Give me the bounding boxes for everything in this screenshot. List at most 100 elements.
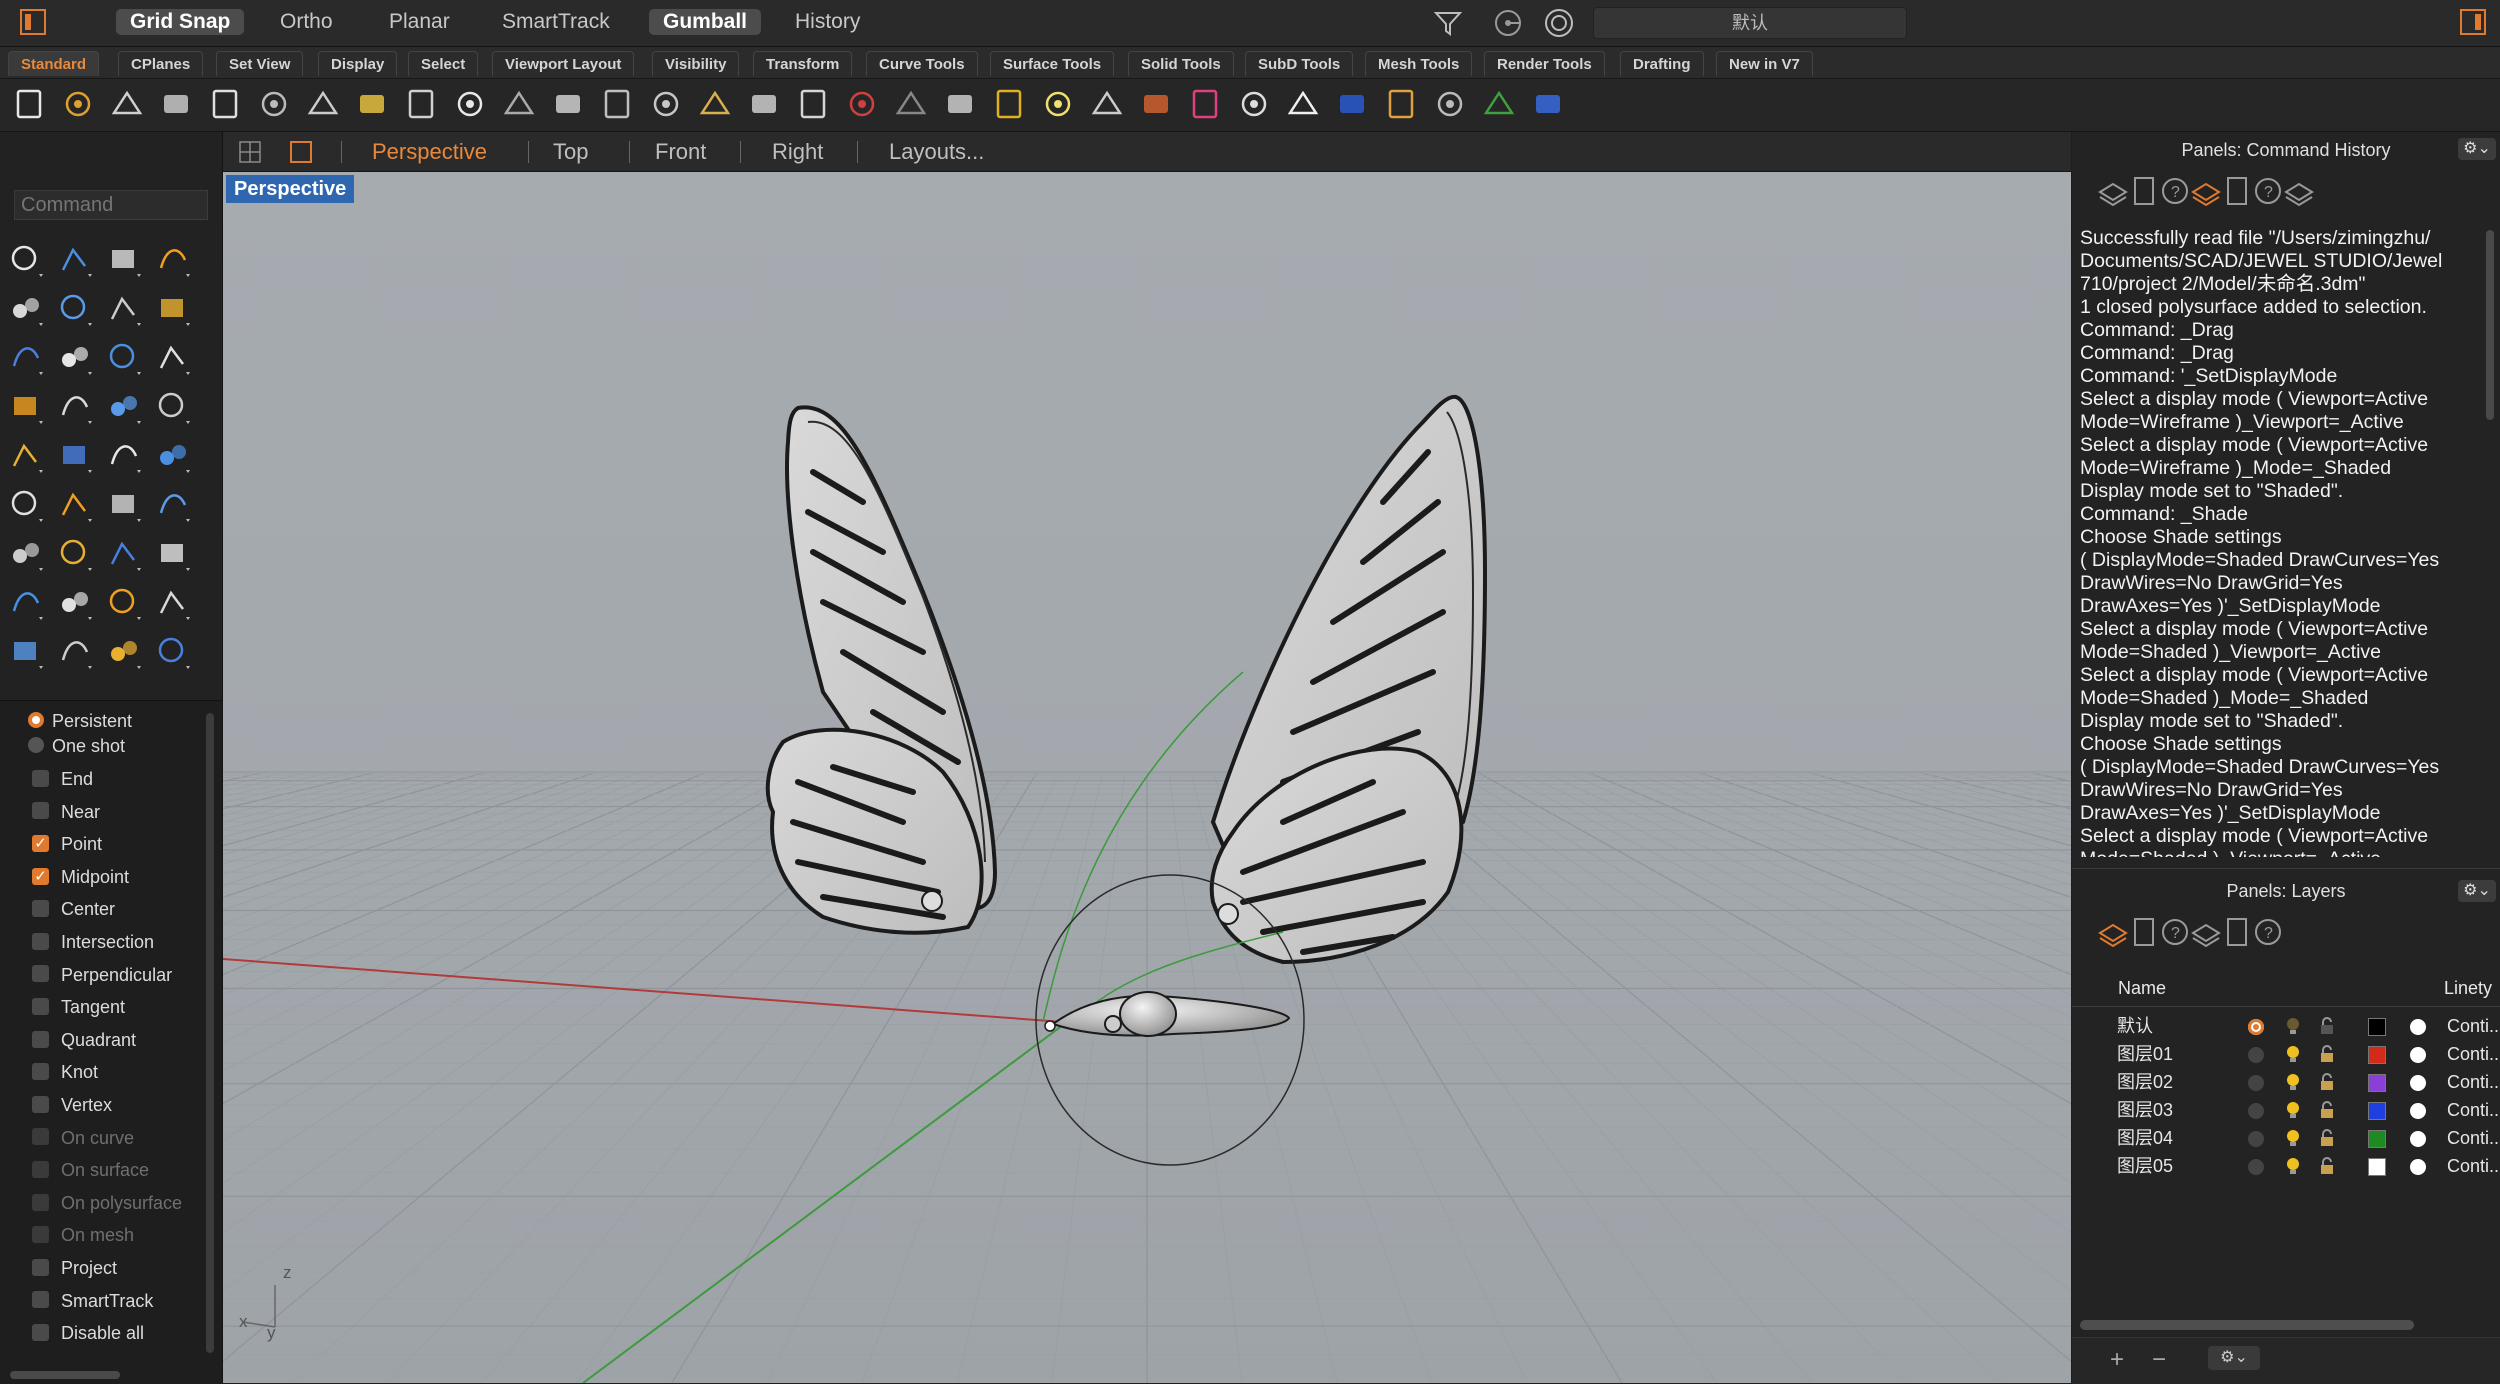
boolean-icon[interactable] [6, 436, 46, 476]
osnap-perpendicular[interactable]: Perpendicular [32, 962, 172, 988]
join-icon[interactable] [55, 485, 95, 525]
tab-viewport-layout[interactable]: Viewport Layout [492, 51, 635, 76]
osnap-knot[interactable]: Knot [32, 1059, 98, 1085]
tab-standard[interactable]: Standard [8, 51, 100, 76]
viewport-title[interactable]: Perspective [226, 175, 355, 203]
open-icon[interactable] [59, 85, 97, 123]
current-layer-indicator-icon[interactable] [2248, 1103, 2264, 1119]
trim-icon[interactable] [153, 436, 193, 476]
checkbox-icon[interactable] [32, 1030, 49, 1048]
cut-icon[interactable] [255, 85, 293, 123]
layer-row[interactable]: 图层03 Conti... [2072, 1096, 2500, 1124]
gear-icon[interactable]: ⚙⌄ [2458, 880, 2496, 902]
osnap-disable-all[interactable]: Disable all [32, 1320, 144, 1346]
add-layer-button[interactable]: + [2110, 1346, 2124, 1374]
hatch-icon[interactable] [6, 632, 46, 672]
gear-icon[interactable]: ⚙⌄ [2458, 138, 2496, 160]
layer-linetype[interactable]: Conti... [2447, 1068, 2500, 1096]
column-name[interactable]: Name [2118, 978, 2166, 999]
osnap-center[interactable]: Center [32, 896, 115, 922]
render-sphere-icon[interactable] [1333, 85, 1371, 123]
surface-icon[interactable] [153, 338, 193, 378]
current-layer-indicator-icon[interactable] [2248, 1047, 2264, 1063]
layer-name[interactable]: 图层05 [2117, 1152, 2173, 1180]
layer-name[interactable]: 图层04 [2117, 1124, 2173, 1152]
layer-row[interactable]: 图层05 Conti... [2072, 1152, 2500, 1180]
lock-icon[interactable] [2316, 1043, 2338, 1065]
distance-icon[interactable] [153, 583, 193, 623]
gumball-toggle[interactable]: Gumball [649, 9, 762, 35]
layer-color-swatch[interactable] [2368, 1130, 2386, 1148]
history-scrollbar[interactable] [2486, 230, 2494, 420]
print-icon[interactable] [157, 85, 195, 123]
material-icon[interactable] [2410, 1075, 2426, 1091]
help-icon[interactable] [1529, 85, 1567, 123]
light-bulb-icon[interactable] [2282, 1043, 2304, 1065]
layer-name[interactable]: 图层03 [2117, 1096, 2173, 1124]
tab-set-view[interactable]: Set View [216, 51, 304, 76]
check-icon[interactable] [55, 632, 95, 672]
current-layer-indicator-icon[interactable] [2248, 1159, 2264, 1175]
layer-color-swatch[interactable] [2368, 1074, 2386, 1092]
osnap-quadrant[interactable]: Quadrant [32, 1027, 136, 1053]
checkbox-icon[interactable] [32, 1258, 49, 1276]
layer-row[interactable]: 图层02 Conti... [2072, 1068, 2500, 1096]
checkbox-icon[interactable] [32, 1291, 49, 1309]
layer-row[interactable]: 图层04 Conti... [2072, 1124, 2500, 1152]
radio-icon[interactable] [28, 712, 44, 729]
layer-options-gear-icon[interactable]: ⚙⌄ [2208, 1346, 2260, 1370]
osnap-midpoint[interactable]: ✓ Midpoint [32, 864, 129, 890]
material-icon[interactable] [2410, 1103, 2426, 1119]
tab-mesh-tools[interactable]: Mesh Tools [1365, 51, 1473, 76]
light-bulb-icon[interactable] [2282, 1127, 2304, 1149]
current-layer-indicator-icon[interactable] [2248, 1131, 2264, 1147]
checkbox-icon[interactable]: ✓ [32, 867, 49, 885]
arc-icon[interactable] [6, 338, 46, 378]
offset-icon[interactable] [104, 485, 144, 525]
radio-icon[interactable] [28, 737, 44, 754]
paste-icon[interactable] [353, 85, 391, 123]
layers-scrollbar[interactable] [2080, 1320, 2414, 1330]
tab-curve-tools[interactable]: Curve Tools [866, 51, 978, 76]
current-layer-indicator-icon[interactable] [2248, 1075, 2264, 1091]
layer-name[interactable]: 图层02 [2117, 1068, 2173, 1096]
layer-name[interactable]: 默认 [2117, 1012, 2153, 1040]
tab-drafting[interactable]: Drafting [1620, 51, 1704, 76]
undo-icon[interactable] [402, 85, 440, 123]
material-icon[interactable] [2410, 1131, 2426, 1147]
copy-icon[interactable] [304, 85, 342, 123]
history-record-icon[interactable] [1480, 85, 1518, 123]
osnap-point[interactable]: ✓ Point [32, 831, 102, 857]
checkbox-icon[interactable] [32, 932, 49, 950]
checkbox-icon[interactable] [32, 1323, 49, 1341]
checkbox-icon[interactable] [32, 997, 49, 1015]
smarttrack-toggle[interactable]: SmartTrack [488, 9, 624, 35]
tab-visibility[interactable]: Visibility [652, 51, 740, 76]
single-viewport-icon[interactable] [290, 141, 312, 163]
remove-layer-button[interactable]: − [2152, 1346, 2166, 1374]
grid-snap-toggle[interactable]: Grid Snap [116, 9, 245, 35]
material-icon[interactable] [2410, 1047, 2426, 1063]
light-bulb-icon[interactable] [2282, 1015, 2304, 1037]
layer-color-swatch[interactable] [2368, 1158, 2386, 1176]
color-wheel-icon[interactable] [1186, 85, 1224, 123]
import-icon[interactable] [206, 85, 244, 123]
checkbox-icon[interactable] [32, 900, 49, 918]
tab-select[interactable]: Select [408, 51, 479, 76]
lock-icon[interactable] [2316, 1071, 2338, 1093]
light-bulb-icon[interactable] [2282, 1071, 2304, 1093]
planar-toggle[interactable]: Planar [375, 9, 464, 35]
column-linetype[interactable]: Linety [2444, 978, 2492, 999]
rotate-camera-icon[interactable] [745, 85, 783, 123]
four-viewports-icon[interactable] [794, 85, 832, 123]
zoom-window-icon[interactable] [598, 85, 636, 123]
shaded-sphere-icon[interactable] [1284, 85, 1322, 123]
viewport-tab-perspective[interactable]: Perspective [372, 137, 487, 167]
tab-new-in-v7[interactable]: New in V7 [1716, 51, 1813, 76]
sphere-icon[interactable] [55, 387, 95, 427]
lock-icon[interactable] [1088, 85, 1126, 123]
snapshot-icon[interactable] [941, 85, 979, 123]
light-bulb-icon[interactable] [2282, 1099, 2304, 1121]
snap-target-icon[interactable] [1492, 7, 1524, 39]
light-icon[interactable] [1039, 85, 1077, 123]
